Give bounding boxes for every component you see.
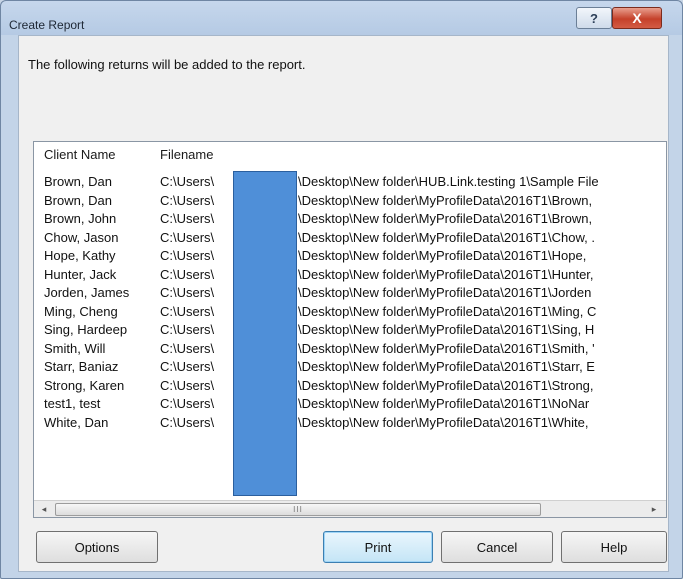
column-header-filename[interactable]: Filename (160, 147, 213, 162)
scrollbar-thumb[interactable]: III (55, 503, 541, 516)
client-name-cell: Starr, Baniaz (44, 359, 119, 374)
cancel-button[interactable]: Cancel (441, 531, 553, 563)
help-button[interactable]: Help (561, 531, 667, 563)
filename-prefix-cell: C:\Users\ (160, 229, 215, 245)
list-item[interactable]: Sing, Hardeep C:\Users\ \Desktop\New folde… (34, 320, 666, 339)
filename-path-cell: \Desktop\New folder\MyProfileData\2016T1… (298, 211, 593, 226)
client-name-cell: Smith, Will (44, 340, 106, 356)
client-name-cell: Brown, Dan (44, 192, 112, 208)
intro-text: The following returns will be added to t… (28, 57, 306, 72)
title-help-button[interactable]: ? (576, 7, 612, 29)
list-item[interactable]: Hope, Kathy C:\Users\ \Desktop\New folder\… (34, 246, 666, 265)
filename-prefix-cell: C:\Users\ (160, 359, 215, 374)
list-item[interactable]: Starr, Baniaz C:\Users\ \Desktop\New folde… (34, 357, 666, 376)
filename-prefix-cell: C:\Users\ (160, 396, 215, 411)
filename-prefix-cell: C:\Users\ (160, 248, 215, 263)
question-icon: ? (590, 10, 598, 26)
filename-path-cell: \Desktop\New folder\MyProfileData\2016T1… (298, 266, 594, 282)
list-item[interactable]: Hunter, Jack C:\Users\ \Desktop\New folder… (34, 265, 666, 284)
list-rows: Brown, Dan C:\Users\ \Desktop\New folder\H… (34, 172, 666, 432)
filename-prefix-cell: C:\Users\ (160, 174, 215, 189)
grip-icon: III (293, 505, 303, 514)
list-item[interactable]: Smith, Will C:\Users\ \Desktop\New folder\… (34, 339, 666, 358)
create-report-dialog: Create Report ? X The following returns … (0, 0, 683, 579)
dialog-title: Create Report (9, 18, 85, 32)
options-button[interactable]: Options (36, 531, 158, 563)
filename-prefix-cell: C:\Users\ (160, 322, 215, 337)
list-item[interactable]: Brown, Dan C:\Users\ \Desktop\New folder\M… (34, 191, 666, 210)
filename-prefix-cell: C:\Users\ (160, 377, 215, 393)
filename-prefix-cell: C:\Users\ (160, 414, 215, 430)
filename-path-cell: \Desktop\New folder\MyProfileData\2016T1… (298, 414, 589, 430)
list-item[interactable]: Brown, Dan C:\Users\ \Desktop\New folder\H… (34, 172, 666, 191)
redaction-block (233, 171, 297, 496)
list-item[interactable]: Chow, Jason C:\Users\ \Desktop\New folder\… (34, 228, 666, 247)
title-close-button[interactable]: X (612, 7, 662, 29)
client-name-cell: White, Dan (44, 414, 109, 430)
filename-prefix-cell: C:\Users\ (160, 266, 215, 282)
column-header-client-name[interactable]: Client Name (44, 147, 116, 162)
list-item[interactable]: Ming, Cheng C:\Users\ \Desktop\New folder\… (34, 302, 666, 321)
client-name-cell: Hunter, Jack (44, 266, 117, 282)
filename-path-cell: \Desktop\New folder\MyProfileData\2016T1… (298, 229, 595, 245)
list-item[interactable]: test1, test C:\Users\ \Desktop\New folder\… (34, 394, 666, 413)
list-item[interactable]: Jorden, James C:\Users\ \Desktop\New folde… (34, 283, 666, 302)
client-name-cell: Jorden, James (44, 285, 130, 300)
returns-list[interactable]: Client Name Filename Brown, Dan C:\Users\… (33, 141, 667, 518)
client-name-cell: Hope, Kathy (44, 248, 116, 263)
filename-path-cell: \Desktop\New folder\MyProfileData\2016T1… (298, 377, 594, 393)
filename-prefix-cell: C:\Users\ (160, 340, 215, 356)
client-name-cell: Strong, Karen (44, 377, 125, 393)
scroll-right-icon[interactable]: ▸ (646, 501, 662, 517)
client-name-cell: Ming, Cheng (44, 303, 118, 319)
horizontal-scrollbar[interactable]: ◂ III ▸ (34, 500, 666, 517)
filename-path-cell: \Desktop\New folder\MyProfileData\2016T1… (298, 192, 593, 208)
filename-path-cell: \Desktop\New folder\MyProfileData\2016T1… (298, 248, 587, 263)
filename-path-cell: \Desktop\New folder\MyProfileData\2016T1… (298, 322, 595, 337)
filename-prefix-cell: C:\Users\ (160, 192, 215, 208)
client-name-cell: Sing, Hardeep (44, 322, 128, 337)
filename-prefix-cell: C:\Users\ (160, 303, 215, 319)
print-button[interactable]: Print (323, 531, 433, 563)
filename-path-cell: \Desktop\New folder\MyProfileData\2016T1… (298, 359, 595, 374)
filename-prefix-cell: C:\Users\ (160, 285, 215, 300)
list-item[interactable]: White, Dan C:\Users\ \Desktop\New folder\M… (34, 413, 666, 432)
filename-prefix-cell: C:\Users\ (160, 211, 215, 226)
list-item[interactable]: Strong, Karen C:\Users\ \Desktop\New folde… (34, 376, 666, 395)
scroll-left-icon[interactable]: ◂ (36, 501, 52, 517)
client-name-cell: Brown, John (44, 211, 117, 226)
client-name-cell: Brown, Dan (44, 174, 112, 189)
list-item[interactable]: Brown, John C:\Users\ \Desktop\New folder\… (34, 209, 666, 228)
filename-path-cell: \Desktop\New folder\MyProfileData\2016T1… (298, 303, 597, 319)
close-icon: X (632, 10, 642, 26)
filename-path-cell: \Desktop\New folder\MyProfileData\2016T1… (298, 396, 590, 411)
filename-path-cell: \Desktop\New folder\MyProfileData\2016T1… (298, 340, 595, 356)
filename-path-cell: \Desktop\New folder\HUB.Link.testing 1\S… (298, 174, 599, 189)
client-name-cell: test1, test (44, 396, 101, 411)
filename-path-cell: \Desktop\New folder\MyProfileData\2016T1… (298, 285, 592, 300)
client-name-cell: Chow, Jason (44, 229, 119, 245)
